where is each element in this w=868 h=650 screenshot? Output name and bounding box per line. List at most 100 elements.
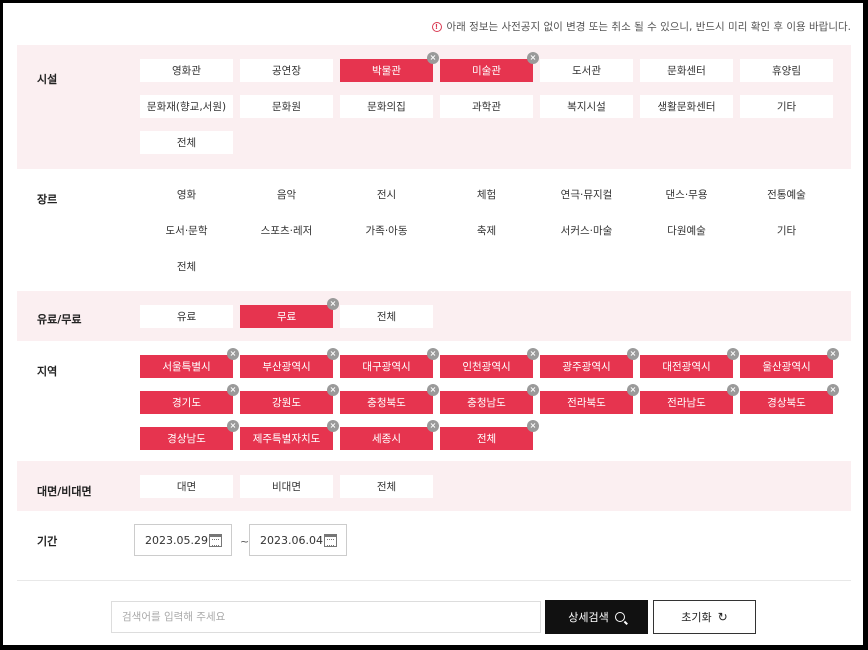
close-icon[interactable]: × (627, 384, 639, 396)
mode-option[interactable]: 비대면 (240, 475, 333, 498)
mode-option[interactable]: 전체 (340, 475, 433, 498)
genre-option[interactable]: 도서·문학 (140, 219, 233, 242)
region-option-label: 전라남도 (667, 397, 706, 409)
region-option[interactable]: 충청북도 × (340, 384, 439, 414)
facility-option[interactable]: 과학관 (440, 95, 533, 118)
region-option[interactable]: 충청남도 × (440, 384, 539, 414)
close-icon[interactable]: × (227, 384, 239, 396)
facility-option[interactable]: 문화의집 (340, 95, 433, 118)
genre-option[interactable]: 다원예술 (640, 219, 733, 242)
region-option[interactable]: 전라북도 × (540, 384, 639, 414)
genre-option[interactable]: 전통예술 (740, 183, 833, 206)
facility-option[interactable]: 전체 (140, 131, 233, 154)
region-option-label: 경상남도 (167, 433, 206, 445)
facility-option[interactable]: 기타 (740, 95, 833, 118)
close-icon[interactable]: × (427, 384, 439, 396)
facility-option[interactable]: 복지시설 (540, 95, 633, 118)
genre-option[interactable]: 서커스·마술 (540, 219, 633, 242)
genre-option[interactable]: 음악 (240, 183, 333, 206)
genre-option[interactable]: 영화 (140, 183, 233, 206)
region-option[interactable]: 경기도 × (140, 384, 239, 414)
facility-option-label: 전체 (176, 137, 197, 149)
facility-option[interactable]: 공연장 (240, 59, 333, 82)
genre-option[interactable]: 댄스·무용 (640, 183, 733, 206)
period-label: 기간 (37, 535, 58, 548)
fee-option[interactable]: 유료 (140, 305, 233, 328)
reset-button[interactable]: 초기화 ↻ (653, 600, 756, 634)
region-option-label: 충청남도 (467, 397, 506, 409)
genre-row: 장르 영화 음악 전시 체험 연극·뮤지컬 댄스·무용 전통예술 도서·문학 스포츠·레저 가족·… (17, 169, 851, 291)
genre-option[interactable]: 가족·아동 (340, 219, 433, 242)
reset-label: 초기화 (681, 612, 712, 624)
region-option[interactable]: 울산광역시 × (740, 348, 839, 378)
close-icon[interactable]: × (427, 52, 439, 64)
genre-option[interactable]: 기타 (740, 219, 833, 242)
close-icon[interactable]: × (327, 420, 339, 432)
facility-option[interactable]: 문화센터 (640, 59, 733, 82)
facility-option[interactable]: 문화원 (240, 95, 333, 118)
mode-option[interactable]: 대면 (140, 475, 233, 498)
region-option[interactable]: 서울특별시 × (140, 348, 239, 378)
region-option[interactable]: 제주특별자치도 × (240, 420, 339, 450)
close-icon[interactable]: × (827, 348, 839, 360)
region-option-label: 울산광역시 (762, 361, 811, 373)
fee-option-label: 무료 (276, 311, 297, 323)
region-option[interactable]: 경상남도 × (140, 420, 239, 450)
close-icon[interactable]: × (727, 384, 739, 396)
genre-option-label: 도서·문학 (165, 225, 208, 237)
region-option[interactable]: 세종시 × (340, 420, 439, 450)
start-date-field[interactable]: 2023.05.29 (134, 524, 232, 556)
genre-option-label: 영화 (176, 189, 197, 201)
mode-label: 대면/비대면 (37, 485, 92, 498)
facility-option[interactable]: 박물관 × (340, 52, 439, 82)
calendar-icon[interactable] (324, 534, 337, 547)
close-icon[interactable]: × (227, 420, 239, 432)
region-option[interactable]: 대전광역시 × (640, 348, 739, 378)
facility-option[interactable]: 미술관 × (440, 52, 539, 82)
calendar-icon[interactable] (209, 534, 222, 547)
genre-option[interactable]: 연극·뮤지컬 (540, 183, 633, 206)
end-date-field[interactable]: 2023.06.04 (249, 524, 347, 556)
genre-option[interactable]: 스포츠·레저 (240, 219, 333, 242)
close-icon[interactable]: × (527, 348, 539, 360)
facility-option[interactable]: 도서관 (540, 59, 633, 82)
fee-option[interactable]: 무료 × (240, 298, 339, 328)
region-option[interactable]: 대구광역시 × (340, 348, 439, 378)
genre-option[interactable]: 체험 (440, 183, 533, 206)
close-icon[interactable]: × (527, 52, 539, 64)
fee-option[interactable]: 전체 (340, 305, 433, 328)
close-icon[interactable]: × (227, 348, 239, 360)
close-icon[interactable]: × (627, 348, 639, 360)
region-row: 지역 서울특별시 × 부산광역시 × 대구광역시 × 인천광역시 × 광주광역시 × 대전광역시 × 울… (17, 341, 851, 461)
detail-search-button[interactable]: 상세검색 (545, 600, 648, 634)
region-option[interactable]: 전체 × (440, 420, 539, 450)
close-icon[interactable]: × (327, 298, 339, 310)
region-option[interactable]: 전라남도 × (640, 384, 739, 414)
close-icon[interactable]: × (827, 384, 839, 396)
facility-option[interactable]: 생활문화센터 (640, 95, 733, 118)
region-option[interactable]: 경상북도 × (740, 384, 839, 414)
close-icon[interactable]: × (727, 348, 739, 360)
close-icon[interactable]: × (327, 384, 339, 396)
genre-option-label: 스포츠·레저 (260, 225, 313, 237)
facility-option[interactable]: 휴양림 (740, 59, 833, 82)
region-option[interactable]: 인천광역시 × (440, 348, 539, 378)
close-icon[interactable]: × (427, 420, 439, 432)
genre-option[interactable]: 전시 (340, 183, 433, 206)
search-input[interactable] (111, 601, 541, 633)
close-icon[interactable]: × (527, 384, 539, 396)
mode-option-label: 대면 (176, 481, 197, 493)
facility-option[interactable]: 문화재(향교,서원) (140, 95, 233, 118)
region-option[interactable]: 광주광역시 × (540, 348, 639, 378)
close-icon[interactable]: × (427, 348, 439, 360)
close-icon[interactable]: × (327, 348, 339, 360)
genre-option-label: 전통예술 (767, 189, 806, 201)
genre-option[interactable]: 전체 (140, 255, 233, 278)
facility-option-label: 도서관 (572, 65, 601, 77)
genre-option[interactable]: 축제 (440, 219, 533, 242)
region-option[interactable]: 강원도 × (240, 384, 339, 414)
facility-option[interactable]: 영화관 (140, 59, 233, 82)
close-icon[interactable]: × (527, 420, 539, 432)
region-option-label: 전라북도 (567, 397, 606, 409)
region-option[interactable]: 부산광역시 × (240, 348, 339, 378)
